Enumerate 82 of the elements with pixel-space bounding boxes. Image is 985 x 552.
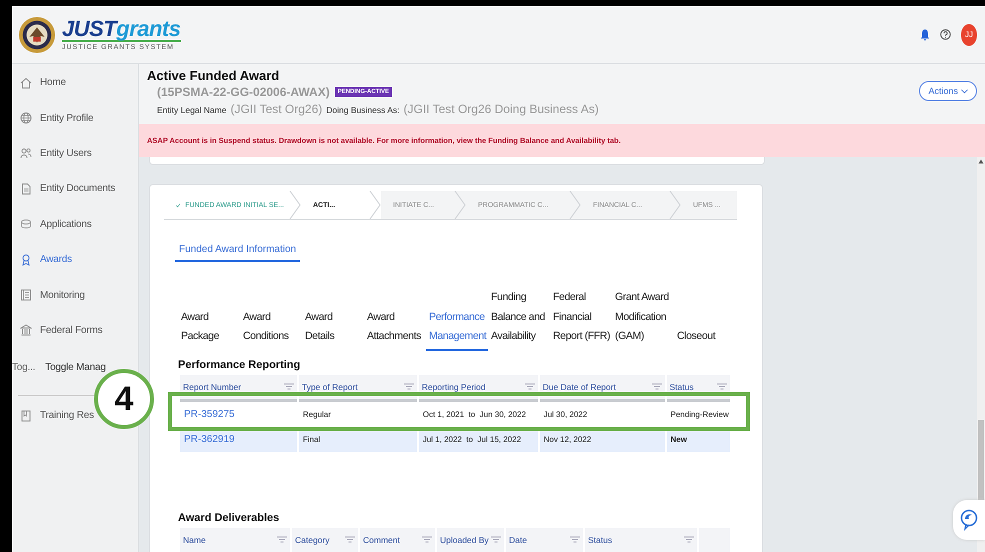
column-title: Name [183, 534, 206, 544]
field-value: (JGII Test Org26 Doing Business As) [404, 102, 599, 116]
tab[interactable]: Closeout [674, 327, 736, 350]
column-header[interactable]: Name [180, 528, 290, 552]
award-ribbon-icon [20, 254, 32, 266]
filter-icon [717, 382, 727, 390]
column-title: Due Date of Report [542, 382, 616, 392]
chat-icon [960, 509, 978, 531]
column-title: Reporting Period [422, 382, 486, 392]
report-link[interactable]: PR-359275 [184, 408, 235, 420]
filter-icon [404, 382, 414, 390]
report-link[interactable]: PR-362919 [184, 434, 235, 444]
sidebar-item[interactable]: Entity Documents [20, 182, 116, 195]
document-icon [20, 182, 32, 195]
sidebar-item[interactable]: Entity Profile [20, 112, 94, 124]
sidebar-item[interactable]: Awards [20, 254, 72, 266]
stack-icon [20, 218, 32, 230]
home-icon [20, 76, 32, 89]
tab[interactable]: Federal Financial Report (FFR) [550, 288, 612, 350]
tab[interactable]: Funding Balance and Availability [488, 288, 550, 350]
filter-icon [284, 382, 294, 390]
filter-icon [491, 536, 501, 544]
filter-icon [570, 536, 580, 544]
sidebar-item[interactable]: Entity Users [20, 147, 92, 160]
sidebar-item[interactable]: Home [20, 76, 66, 89]
users-icon [20, 147, 32, 160]
table-cell-text: Jul 30, 2022 [542, 408, 588, 420]
tab[interactable]: Grant Award Modification (GAM) [612, 288, 674, 350]
column-title: Report Number [183, 382, 242, 392]
field-label: Entity Legal Name [157, 105, 226, 115]
filter-icon [345, 536, 355, 544]
sidebar-item[interactable]: Training Res [20, 410, 94, 422]
toggle-label: Tog... [12, 362, 36, 374]
tab[interactable]: Award Attachments [364, 308, 426, 350]
column-title: Comment [363, 534, 400, 544]
filter-icon [684, 536, 694, 544]
globe-icon [20, 112, 32, 124]
user-avatar[interactable]: JJ [961, 24, 977, 46]
list-icon [20, 289, 32, 302]
filter-icon [422, 536, 432, 544]
sidebar-item[interactable]: Applications [20, 218, 92, 230]
column-title: Category [295, 534, 330, 544]
field-value: (JGII Test Org26) [230, 102, 322, 116]
bell-icon[interactable] [920, 28, 930, 40]
chat-button[interactable] [953, 500, 985, 540]
column-title: Type of Report [302, 382, 358, 392]
section-tab[interactable]: Funded Award Information [175, 244, 300, 262]
logo-wordmark: JUSTgrants [62, 18, 180, 42]
table-cell-text: Pending-Review [670, 408, 730, 421]
column-header[interactable]: Date [506, 528, 583, 552]
help-icon[interactable] [940, 29, 951, 40]
column-title: Uploaded By [440, 534, 489, 544]
column-header[interactable]: Status [585, 528, 697, 552]
scrollbar-thumb[interactable] [978, 420, 984, 502]
sidebar-item[interactable]: Federal Forms [20, 324, 102, 336]
filter-icon [524, 382, 535, 390]
filter-icon [277, 536, 287, 544]
section-title: Performance Reporting [178, 358, 302, 370]
table-cell-text: Oct 1, 2021 to Jun 30, 2022 [422, 408, 527, 420]
chevron-down-icon [961, 88, 968, 94]
column-title: Status [670, 382, 694, 392]
filter-icon [652, 382, 662, 390]
field-label: Doing Business As: [326, 105, 400, 115]
book-icon [20, 410, 32, 422]
tab[interactable]: Award Package [178, 308, 240, 350]
sidebar-item[interactable]: Monitoring [20, 289, 85, 302]
table-cell-text: Regular [302, 408, 332, 421]
column-title: Status [588, 534, 612, 544]
scroll-up-icon [978, 159, 984, 164]
bank-icon [20, 324, 32, 336]
column-header[interactable]: Comment [360, 528, 435, 552]
column-header[interactable]: Category [292, 528, 358, 552]
column-title: Date [509, 534, 527, 544]
page-title: Active Funded Award [147, 68, 280, 83]
tab[interactable]: Award Conditions [240, 308, 302, 350]
section-title: Award Deliverables [178, 512, 280, 524]
seal-icon [18, 16, 56, 54]
actions-button[interactable]: Actions [919, 81, 977, 101]
tab[interactable]: Performance Management [426, 308, 488, 350]
tab[interactable]: Award Details [302, 308, 364, 350]
column-header[interactable]: Uploaded By [437, 528, 504, 552]
award-id: (15PSMA-22-GG-02006-AWAX) [157, 85, 330, 99]
